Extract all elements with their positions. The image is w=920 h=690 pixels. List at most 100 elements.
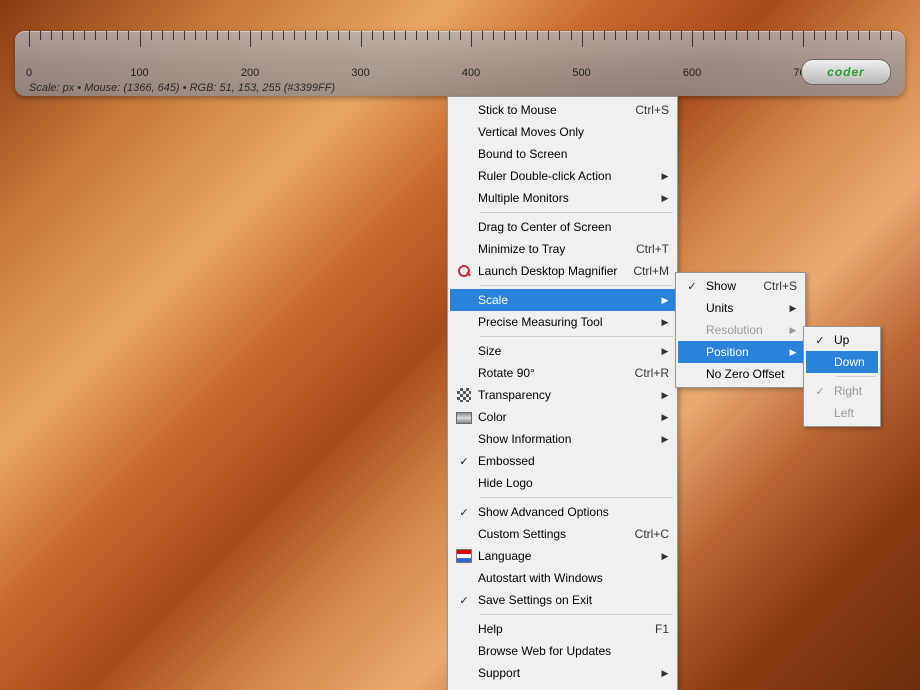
menu-item-precise-measuring-tool[interactable]: Precise Measuring Tool▶ bbox=[450, 311, 675, 333]
menu-item-label: Save Settings on Exit bbox=[478, 593, 675, 607]
menu-item-gutter bbox=[806, 402, 834, 424]
submenu-arrow-icon: ▶ bbox=[659, 171, 675, 182]
context-menu-scale[interactable]: ✓ShowCtrl+SUnits▶Resolution▶Position▶ No … bbox=[675, 272, 806, 388]
menu-separator bbox=[480, 212, 673, 213]
submenu-arrow-icon: ▶ bbox=[659, 668, 675, 679]
ruler-tick-label: 600 bbox=[683, 67, 701, 79]
menu-item-label: Hide Logo bbox=[478, 476, 675, 490]
ruler-status: Scale: px • Mouse: (1366, 645) • RGB: 51… bbox=[29, 82, 335, 94]
submenu-arrow-icon: ▶ bbox=[787, 325, 803, 336]
menu-item-shortcut: Ctrl+S bbox=[635, 103, 675, 117]
menu-item-transparency[interactable]: Transparency▶ bbox=[450, 384, 675, 406]
menu-item-gutter bbox=[678, 341, 706, 363]
menu-item-gutter bbox=[450, 340, 478, 362]
menu-separator bbox=[836, 376, 876, 377]
menu-item-ruler-double-click-action[interactable]: Ruler Double-click Action▶ bbox=[450, 165, 675, 187]
menu-item-stick-to-mouse[interactable]: Stick to MouseCtrl+S bbox=[450, 99, 675, 121]
menu-item-gutter bbox=[450, 121, 478, 143]
menu-item-minimize-to-tray[interactable]: Minimize to TrayCtrl+T bbox=[450, 238, 675, 260]
ruler-bar[interactable]: 0100200300400500600700 Scale: px • Mouse… bbox=[15, 31, 905, 96]
menu-item-label: Show Advanced Options bbox=[478, 505, 675, 519]
ruler-tick-label: 200 bbox=[241, 67, 259, 79]
menu-item-help[interactable]: HelpF1 bbox=[450, 618, 675, 640]
menu-item-gutter bbox=[450, 684, 478, 690]
checkmark-icon: ✓ bbox=[450, 589, 478, 611]
menu-item-no-zero-offset[interactable]: No Zero Offset bbox=[678, 363, 803, 385]
menu-item-label: No Zero Offset bbox=[706, 367, 803, 381]
ruler-tick-label: 0 bbox=[26, 67, 32, 79]
menu-item-shortcut: Ctrl+R bbox=[635, 366, 675, 380]
menu-item-gutter bbox=[450, 311, 478, 333]
menu-item-color[interactable]: Color▶ bbox=[450, 406, 675, 428]
menu-item-label: Show bbox=[706, 279, 763, 293]
checkmark-icon: ✓ bbox=[450, 450, 478, 472]
menu-item-launch-desktop-magnifier[interactable]: Launch Desktop MagnifierCtrl+M bbox=[450, 260, 675, 282]
menu-item-gutter bbox=[450, 216, 478, 238]
menu-item-gutter bbox=[678, 363, 706, 385]
lang-icon bbox=[456, 549, 472, 563]
submenu-arrow-icon: ▶ bbox=[659, 390, 675, 401]
ruler-tick-label: 300 bbox=[351, 67, 369, 79]
menu-item-shortcut: Ctrl+M bbox=[633, 264, 675, 278]
menu-item-label: Help bbox=[478, 622, 655, 636]
menu-item-label: Support bbox=[478, 666, 659, 680]
menu-item-icon bbox=[450, 545, 478, 567]
menu-item-size[interactable]: Size▶ bbox=[450, 340, 675, 362]
menu-item-drag-to-center-of-screen[interactable]: Drag to Center of Screen bbox=[450, 216, 675, 238]
menu-item-custom-settings[interactable]: Custom SettingsCtrl+C bbox=[450, 523, 675, 545]
menu-item-label: Scale bbox=[478, 293, 659, 307]
menu-item-label: Up bbox=[834, 333, 878, 347]
menu-item-bound-to-screen[interactable]: Bound to Screen bbox=[450, 143, 675, 165]
menu-item-label: Rotate 90° bbox=[478, 366, 635, 380]
menu-item-support[interactable]: Support▶ bbox=[450, 662, 675, 684]
menu-item-gutter bbox=[450, 165, 478, 187]
menu-item-gutter bbox=[678, 319, 706, 341]
menu-item-scale[interactable]: Scale▶ bbox=[450, 289, 675, 311]
menu-item-units[interactable]: Units▶ bbox=[678, 297, 803, 319]
menu-item-multiple-monitors[interactable]: Multiple Monitors▶ bbox=[450, 187, 675, 209]
menu-item-label: Autostart with Windows bbox=[478, 571, 675, 585]
menu-item-label: Language bbox=[478, 549, 659, 563]
menu-item-hide-logo[interactable]: Hide Logo bbox=[450, 472, 675, 494]
magnifier-icon bbox=[457, 264, 471, 278]
menu-item-label: Precise Measuring Tool bbox=[478, 315, 659, 329]
menu-item-language[interactable]: Language▶ bbox=[450, 545, 675, 567]
menu-item-down[interactable]: Down bbox=[806, 351, 878, 373]
submenu-arrow-icon: ▶ bbox=[659, 317, 675, 328]
submenu-arrow-icon: ▶ bbox=[659, 193, 675, 204]
menu-item-gutter bbox=[450, 567, 478, 589]
ruler-tick-label: 100 bbox=[130, 67, 148, 79]
menu-item-gutter bbox=[450, 662, 478, 684]
menu-item-position[interactable]: Position▶ bbox=[678, 341, 803, 363]
menu-item-embossed[interactable]: ✓Embossed bbox=[450, 450, 675, 472]
color-icon bbox=[456, 412, 472, 424]
checkmark-icon: ✓ bbox=[806, 329, 834, 351]
menu-item-label: Vertical Moves Only bbox=[478, 125, 675, 139]
transparency-icon bbox=[457, 388, 471, 402]
menu-item-gutter bbox=[450, 640, 478, 662]
menu-item-gutter bbox=[450, 289, 478, 311]
menu-item-show-advanced-options[interactable]: ✓Show Advanced Options bbox=[450, 501, 675, 523]
menu-item-save-settings-on-exit[interactable]: ✓Save Settings on Exit bbox=[450, 589, 675, 611]
submenu-arrow-icon: ▶ bbox=[787, 347, 803, 358]
menu-item-label: Embossed bbox=[478, 454, 675, 468]
checkmark-icon: ✓ bbox=[450, 501, 478, 523]
menu-item-show-information[interactable]: Show Information▶ bbox=[450, 428, 675, 450]
menu-item-gutter bbox=[450, 187, 478, 209]
menu-item-label: Size bbox=[478, 344, 659, 358]
checkmark-icon: ✓ bbox=[678, 275, 706, 297]
context-menu-main[interactable]: Stick to MouseCtrl+S Vertical Moves Only B… bbox=[447, 96, 678, 690]
menu-item-rotate-90[interactable]: Rotate 90°Ctrl+R bbox=[450, 362, 675, 384]
ruler-ticks bbox=[29, 31, 891, 47]
menu-item-show[interactable]: ✓ShowCtrl+S bbox=[678, 275, 803, 297]
menu-item-gutter bbox=[450, 523, 478, 545]
menu-item-full-version[interactable]: Full Version▶ bbox=[450, 684, 675, 690]
ruler-tick-label: 500 bbox=[572, 67, 590, 79]
menu-item-autostart-with-windows[interactable]: Autostart with Windows bbox=[450, 567, 675, 589]
context-menu-position[interactable]: ✓UpDown✓RightLeft bbox=[803, 326, 881, 427]
menu-item-icon bbox=[450, 406, 478, 428]
menu-item-up[interactable]: ✓Up bbox=[806, 329, 878, 351]
menu-item-browse-web-for-updates[interactable]: Browse Web for Updates bbox=[450, 640, 675, 662]
menu-item-resolution: Resolution▶ bbox=[678, 319, 803, 341]
menu-item-vertical-moves-only[interactable]: Vertical Moves Only bbox=[450, 121, 675, 143]
